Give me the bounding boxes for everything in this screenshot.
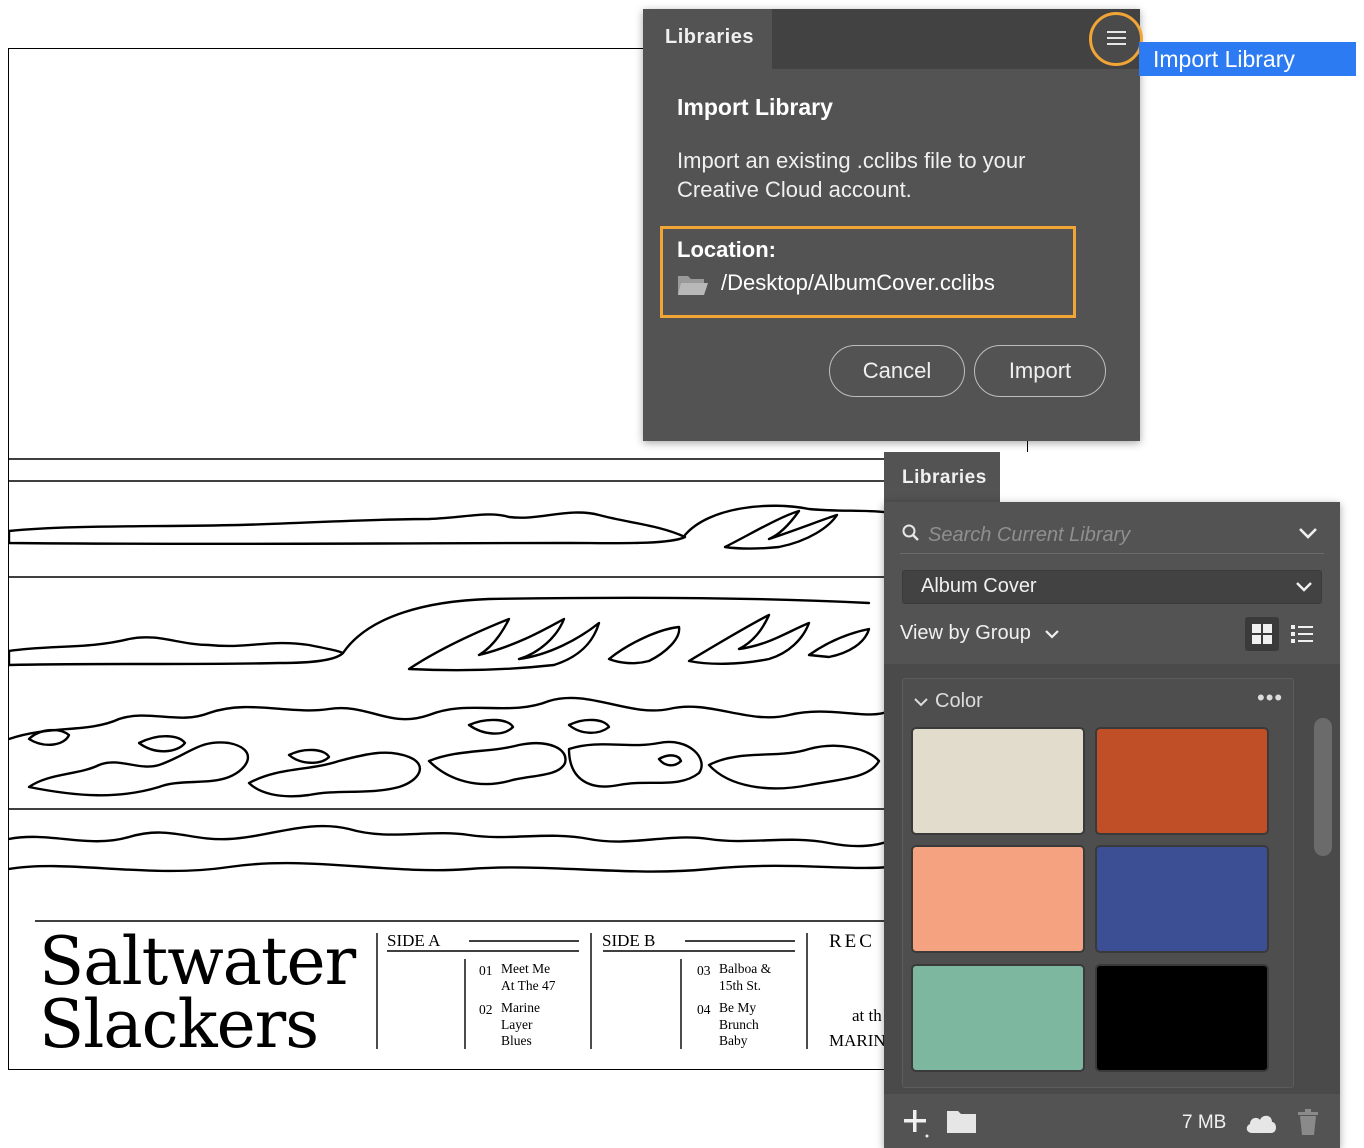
list-view-icon[interactable]	[1285, 617, 1319, 651]
import-library-tooltip: Import Library	[1139, 42, 1356, 76]
cancel-button[interactable]: Cancel	[829, 345, 965, 397]
grid-view-icon[interactable]	[1245, 617, 1279, 651]
dialog-description: Import an existing .cclibs file to your …	[677, 148, 1026, 202]
side-b-heading: SIDE B	[602, 931, 656, 950]
search-input[interactable]	[928, 522, 1288, 548]
recorded-place: MARIN	[829, 1031, 886, 1050]
track-title: Be My Brunch Baby	[719, 1000, 759, 1048]
scrollbar[interactable]	[1314, 718, 1332, 856]
track-number: 01	[479, 963, 493, 978]
tab-libraries[interactable]: Libraries	[884, 452, 1000, 504]
search-icon	[902, 524, 920, 547]
color-swatch[interactable]	[911, 845, 1085, 953]
cloud-icon[interactable]	[1244, 1112, 1278, 1139]
color-swatch[interactable]	[911, 727, 1085, 835]
track-title: Marine Layer Blues	[501, 1000, 540, 1048]
track-number: 03	[697, 963, 711, 978]
recorded-at: at th	[852, 1006, 882, 1025]
hamburger-menu-icon[interactable]	[1089, 12, 1143, 66]
import-library-dialog: Libraries Import Library Import an exist…	[643, 9, 1143, 441]
storage-usage: 7 MB	[1182, 1112, 1227, 1133]
more-options-icon[interactable]: •••	[1257, 687, 1283, 709]
folder-icon[interactable]	[946, 1108, 978, 1139]
view-by-group-dropdown[interactable]: View by Group	[900, 622, 1060, 645]
track-number: 02	[479, 1002, 493, 1017]
color-swatch[interactable]	[1095, 964, 1269, 1072]
library-content: Color •••	[884, 664, 1340, 1094]
libraries-panel-body: Album Cover View by Group Color	[884, 502, 1340, 1148]
dialog-heading: Import Library	[677, 94, 833, 120]
chevron-down-icon[interactable]	[1298, 526, 1318, 545]
view-by-label: View by Group	[900, 622, 1031, 644]
location-path: /Desktop/AlbumCover.cclibs	[721, 270, 995, 295]
dialog-tabbar: Libraries	[643, 9, 1140, 69]
location-label: Location:	[677, 237, 776, 262]
search-bar	[900, 518, 1324, 554]
recorded-heading: REC	[829, 931, 875, 952]
album-title-line2: Slackers	[39, 986, 319, 1063]
track-number: 04	[697, 1002, 711, 1017]
chevron-down-icon	[1296, 582, 1312, 592]
location-field[interactable]: Location: /Desktop/AlbumCover.cclibs	[660, 226, 1076, 318]
libraries-panel: Libraries Album Cover View by Group	[884, 452, 1340, 1148]
library-select-value: Album Cover	[921, 575, 1037, 597]
color-group: Color •••	[902, 678, 1294, 1088]
tab-libraries[interactable]: Libraries	[643, 9, 772, 69]
track-title: Balboa & 15th St.	[719, 961, 772, 993]
side-a-heading: SIDE A	[387, 931, 441, 950]
trash-icon[interactable]	[1296, 1108, 1320, 1141]
import-button[interactable]: Import	[974, 345, 1106, 397]
panel-footer: 7 MB	[884, 1098, 1340, 1148]
add-icon[interactable]	[902, 1108, 932, 1143]
folder-icon[interactable]	[677, 273, 709, 302]
group-title: Color	[935, 690, 983, 712]
color-swatch[interactable]	[911, 964, 1085, 1072]
library-select[interactable]: Album Cover	[902, 570, 1322, 604]
color-swatch[interactable]	[1095, 845, 1269, 953]
track-title: Meet Me At The 47	[501, 961, 556, 993]
chevron-down-icon[interactable]	[913, 696, 929, 708]
color-swatch[interactable]	[1095, 727, 1269, 835]
chevron-down-icon	[1045, 629, 1060, 639]
